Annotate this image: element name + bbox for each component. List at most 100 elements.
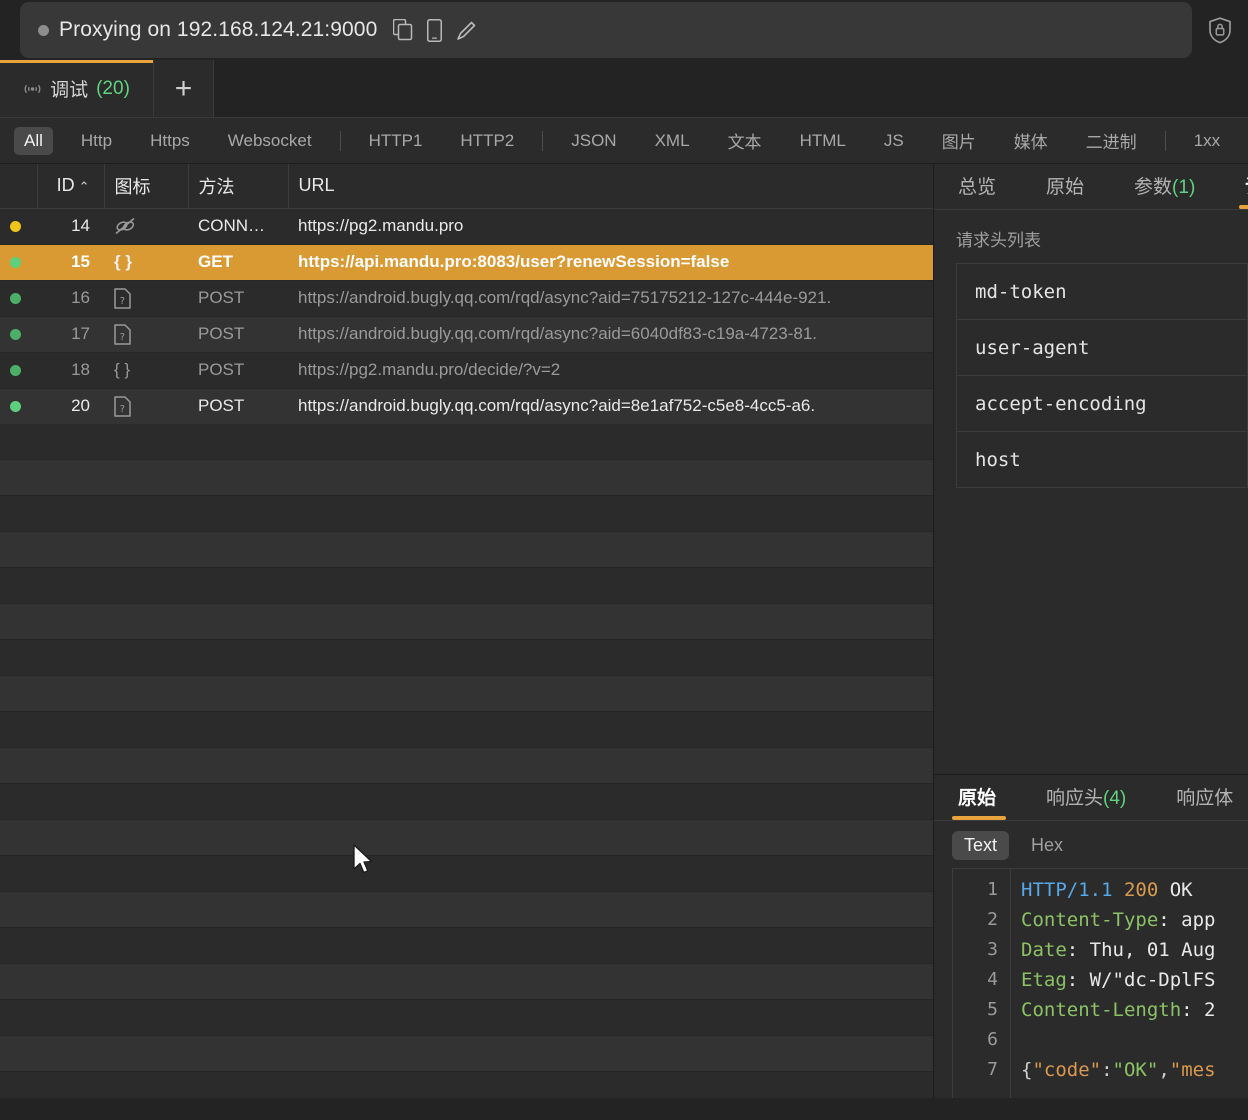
filter-chip-bar: All Http Https Websocket HTTP1 HTTP2 JSON XML 文本… (0, 118, 1248, 164)
row-id: 20 (37, 388, 104, 425)
row-type-icon-cell: ? (104, 280, 188, 317)
empty-row (0, 712, 933, 748)
status-dot-icon (10, 292, 21, 304)
empty-row (0, 604, 933, 640)
request-headers-title: 请求头列表 (956, 231, 1041, 250)
new-tab-button[interactable]: + (154, 60, 214, 117)
line-number: 7 (987, 1059, 998, 1080)
request-tab-原始[interactable]: 原始 (1040, 172, 1090, 209)
table-row[interactable]: 18 { } POST https://pg2.mandu.pro/decide/?v… (0, 352, 933, 389)
filter-chip-xml[interactable]: XML (645, 127, 700, 155)
code-line: {"code":"OK","mes (1021, 1059, 1216, 1081)
column-header-id[interactable]: ID ⌃ (37, 164, 105, 209)
request-detail-section: 总览 原始 参数(1) 请 请求头列表 md-tokenuser-agentaccep… (934, 164, 1248, 488)
view-mode-text[interactable]: Text (952, 831, 1010, 860)
svg-text:?: ? (119, 404, 125, 415)
row-id: 18 (37, 352, 104, 389)
filter-chip-json[interactable]: JSON (561, 127, 626, 155)
row-id: 17 (37, 316, 104, 353)
response-tab-原始[interactable]: 原始 (952, 783, 1007, 820)
response-tabs: 原始 响应头(4) 响应体 (934, 775, 1248, 821)
filter-chip-图片[interactable]: 图片 (932, 124, 986, 157)
row-url: https://pg2.mandu.pro/decide/?v=2 (288, 352, 933, 389)
response-raw-text[interactable]: HTTP/1.1 200 OK Content-Type: app Date: Th… (1011, 869, 1248, 1098)
edit-pencil-icon[interactable] (456, 20, 477, 41)
table-row[interactable]: 14 CONN… https://pg2.mandu.pro (0, 208, 933, 245)
request-tab-请[interactable]: 请 (1239, 172, 1248, 209)
empty-row (0, 532, 933, 568)
row-method: CONN… (188, 208, 288, 245)
row-type-icon-cell: { } (104, 352, 188, 389)
column-header-icon[interactable]: 图标 (104, 164, 189, 209)
response-code-viewer[interactable]: 1 2 3 4 5 6 7 HTTP/1.1 200 OK Content-Type: app… (952, 868, 1248, 1098)
svg-text:?: ? (119, 296, 125, 307)
table-header-row: ID ⌃ 图标 方法 URL (0, 164, 933, 209)
table-row[interactable]: 17? POST https://android.bugly.qq.com/rqd/… (0, 316, 933, 353)
code-line: Date: Thu, 01 Aug (1021, 939, 1216, 961)
empty-row (0, 640, 933, 676)
filter-chip-html[interactable]: HTML (790, 127, 856, 155)
empty-row (0, 424, 933, 460)
row-id: 14 (37, 208, 104, 245)
table-row[interactable]: 16? POST https://android.bugly.qq.com/rqd/… (0, 280, 933, 317)
row-status-cell (0, 316, 37, 353)
empty-row (0, 460, 933, 496)
copy-icon[interactable] (393, 19, 413, 41)
proxy-status-pill[interactable]: Proxying on 192.168.124.21:9000 (20, 2, 1192, 58)
row-status-cell (0, 388, 37, 425)
filter-chip-文本[interactable]: 文本 (718, 124, 772, 157)
empty-row (0, 892, 933, 928)
phone-icon[interactable] (427, 18, 443, 42)
empty-row (0, 784, 933, 820)
row-method: POST (188, 280, 288, 317)
row-method: GET (188, 244, 288, 281)
network-request-table: ID ⌃ 图标 方法 URL 14 CONN… https://pg2.mandu.p… (0, 164, 933, 425)
request-tab-总览[interactable]: 总览 (952, 172, 1002, 209)
filter-chip-https[interactable]: Https (140, 127, 200, 155)
file-unknown-icon: ? (114, 395, 131, 417)
code-line: HTTP/1.1 200 OK (1021, 879, 1193, 901)
column-header-status[interactable] (0, 164, 38, 209)
filter-chip-http[interactable]: Http (71, 127, 122, 155)
row-status-cell (0, 208, 37, 245)
session-tab-label: 调试 (50, 80, 89, 101)
empty-row (0, 820, 933, 856)
request-header-row[interactable]: accept-encoding (957, 376, 1247, 432)
shield-lock-icon[interactable] (1192, 2, 1248, 58)
request-tab-参数[interactable]: 参数(1) (1128, 172, 1201, 209)
request-header-row[interactable]: host (957, 432, 1247, 488)
response-tab-响应体[interactable]: 响应体 (1170, 783, 1239, 820)
filter-chip-http1[interactable]: HTTP1 (359, 127, 433, 155)
request-header-row[interactable]: user-agent (957, 320, 1247, 376)
view-mode-hex[interactable]: Hex (1019, 831, 1075, 860)
empty-row (0, 1036, 933, 1072)
status-dot-icon (10, 220, 21, 232)
main-split: ID ⌃ 图标 方法 URL 14 CONN… https://pg2.mandu.p… (0, 164, 1248, 1098)
request-header-row[interactable]: md-token (957, 264, 1247, 320)
filter-chip-js[interactable]: JS (874, 127, 914, 155)
status-dot-icon (10, 400, 21, 412)
row-type-icon-cell: ? (104, 388, 188, 425)
table-row[interactable]: 20? POST https://android.bugly.qq.com/rqd/… (0, 388, 933, 425)
filter-chip-1xx[interactable]: 1xx (1184, 127, 1230, 155)
title-bar: Proxying on 192.168.124.21:9000 (0, 0, 1248, 60)
empty-row (0, 1000, 933, 1036)
filter-chip-http2[interactable]: HTTP2 (450, 127, 524, 155)
response-view-mode-toggle: Text Hex (934, 821, 1248, 868)
row-url: https://android.bugly.qq.com/rqd/async?a… (288, 316, 933, 353)
wifi-icon (23, 82, 42, 96)
column-header-method[interactable]: 方法 (188, 164, 289, 209)
json-braces-icon: { } (114, 360, 131, 379)
row-type-icon-cell: { } (104, 244, 188, 281)
column-header-url[interactable]: URL (288, 164, 933, 209)
row-url: https://android.bugly.qq.com/rqd/async?a… (288, 388, 933, 425)
filter-chip-all[interactable]: All (14, 126, 53, 155)
table-row[interactable]: 15 { } GET https://api.mandu.pro:8083/user?… (0, 244, 933, 281)
response-section: 原始 响应头(4) 响应体 Text Hex 1 2 3 4 5 6 7 HTTP/1.1 20… (934, 775, 1248, 1098)
empty-row (0, 496, 933, 532)
filter-chip-websocket[interactable]: Websocket (218, 127, 322, 155)
filter-chip-二进制[interactable]: 二进制 (1076, 124, 1147, 157)
filter-chip-媒体[interactable]: 媒体 (1004, 124, 1058, 157)
session-tab-debug[interactable]: 调试 (20) (0, 60, 154, 117)
response-tab-响应头[interactable]: 响应头(4) (1040, 783, 1132, 820)
